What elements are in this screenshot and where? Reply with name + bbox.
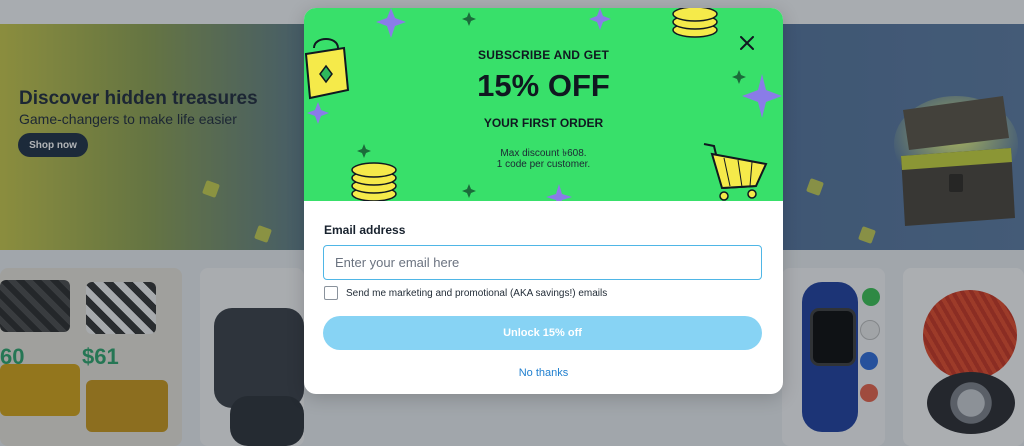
promo-headline: 15% OFF [477,68,610,103]
subscribe-modal: SUBSCRIBE AND GET 15% OFF YOUR FIRST ORD… [304,8,783,394]
unlock-discount-button[interactable]: Unlock 15% off [323,316,762,350]
email-label: Email address [324,223,406,237]
code-limit-note: 1 code per customer. [496,159,591,170]
close-icon [740,36,754,50]
email-field[interactable] [323,245,762,280]
marketing-consent[interactable]: Send me marketing and promotional (AKA s… [323,286,607,300]
sparkle-star-icon [589,8,611,30]
sparkle-star-icon [546,184,572,201]
sparkle-star-icon [376,8,406,38]
promo-subheadline: YOUR FIRST ORDER [483,116,604,130]
close-button[interactable] [736,32,758,54]
no-thanks-link[interactable]: No thanks [304,367,783,379]
promo-illustration [304,8,782,201]
marketing-consent-label[interactable]: Send me marketing and promotional (AKA s… [346,288,607,299]
marketing-consent-checkbox[interactable] [324,286,338,300]
coin-stack-icon [672,8,718,38]
promo-kicker: SUBSCRIBE AND GET [478,48,609,62]
promo-banner: SUBSCRIBE AND GET 15% OFF YOUR FIRST ORD… [304,8,783,201]
subscribe-form: Email address Send me marketing and prom… [304,201,783,394]
